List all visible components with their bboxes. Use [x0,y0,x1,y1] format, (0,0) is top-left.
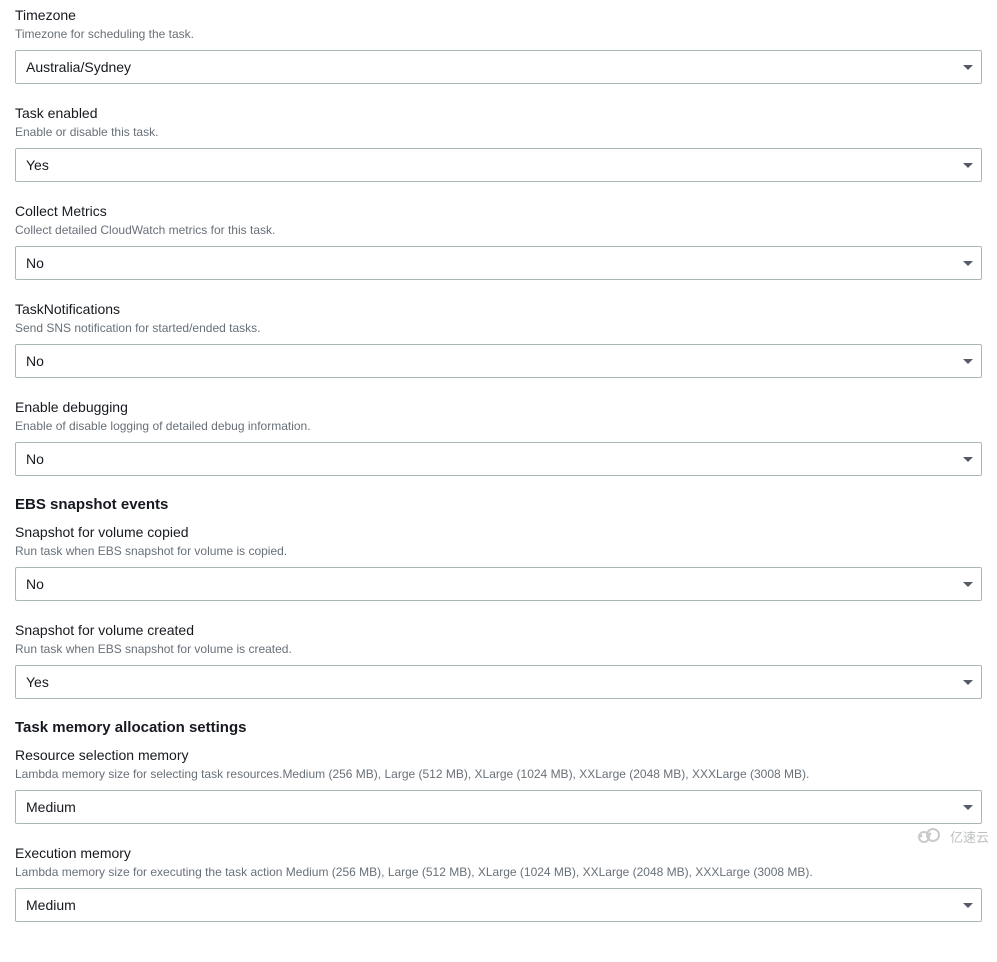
chevron-down-icon [963,582,973,587]
field-timezone: Timezone Timezone for scheduling the tas… [15,6,982,84]
label-task-enabled: Task enabled [15,104,982,122]
select-snapshot-copied[interactable]: No [15,567,982,601]
label-execution-memory: Execution memory [15,844,982,862]
select-execution-memory[interactable]: Medium [15,888,982,922]
label-collect-metrics: Collect Metrics [15,202,982,220]
chevron-down-icon [963,359,973,364]
select-collect-metrics[interactable]: No [15,246,982,280]
label-resource-memory: Resource selection memory [15,746,982,764]
label-timezone: Timezone [15,6,982,24]
chevron-down-icon [963,163,973,168]
desc-enable-debugging: Enable of disable logging of detailed de… [15,418,982,434]
field-enable-debugging: Enable debugging Enable of disable loggi… [15,398,982,476]
watermark: 亿速云 [916,826,989,847]
field-execution-memory: Execution memory Lambda memory size for … [15,844,982,922]
chevron-down-icon [963,805,973,810]
chevron-down-icon [963,457,973,462]
select-value-resource-memory: Medium [26,799,76,815]
select-resource-memory[interactable]: Medium [15,790,982,824]
field-snapshot-copied: Snapshot for volume copied Run task when… [15,523,982,601]
chevron-down-icon [963,680,973,685]
select-enable-debugging[interactable]: No [15,442,982,476]
select-value-enable-debugging: No [26,451,44,467]
select-value-task-notifications: No [26,353,44,369]
chevron-down-icon [963,65,973,70]
form-page: Timezone Timezone for scheduling the tas… [0,0,997,962]
field-snapshot-created: Snapshot for volume created Run task whe… [15,621,982,699]
select-value-snapshot-created: Yes [26,674,49,690]
select-timezone[interactable]: Australia/Sydney [15,50,982,84]
select-value-task-enabled: Yes [26,157,49,173]
select-value-snapshot-copied: No [26,576,44,592]
section-memory-allocation: Task memory allocation settings [15,719,982,736]
desc-snapshot-copied: Run task when EBS snapshot for volume is… [15,543,982,559]
select-value-collect-metrics: No [26,255,44,271]
label-enable-debugging: Enable debugging [15,398,982,416]
label-snapshot-created: Snapshot for volume created [15,621,982,639]
section-ebs-snapshot-events: EBS snapshot events [15,496,982,513]
cloud-icon [916,826,944,847]
chevron-down-icon [963,903,973,908]
desc-execution-memory: Lambda memory size for executing the tas… [15,864,982,880]
chevron-down-icon [963,261,973,266]
label-task-notifications: TaskNotifications [15,300,982,318]
desc-task-enabled: Enable or disable this task. [15,124,982,140]
desc-snapshot-created: Run task when EBS snapshot for volume is… [15,641,982,657]
select-task-notifications[interactable]: No [15,344,982,378]
select-task-enabled[interactable]: Yes [15,148,982,182]
select-snapshot-created[interactable]: Yes [15,665,982,699]
desc-collect-metrics: Collect detailed CloudWatch metrics for … [15,222,982,238]
desc-resource-memory: Lambda memory size for selecting task re… [15,766,982,782]
field-collect-metrics: Collect Metrics Collect detailed CloudWa… [15,202,982,280]
field-task-enabled: Task enabled Enable or disable this task… [15,104,982,182]
label-snapshot-copied: Snapshot for volume copied [15,523,982,541]
select-value-execution-memory: Medium [26,897,76,913]
select-value-timezone: Australia/Sydney [26,59,131,75]
watermark-text: 亿速云 [950,827,989,846]
desc-timezone: Timezone for scheduling the task. [15,26,982,42]
desc-task-notifications: Send SNS notification for started/ended … [15,320,982,336]
field-task-notifications: TaskNotifications Send SNS notification … [15,300,982,378]
field-resource-memory: Resource selection memory Lambda memory … [15,746,982,824]
